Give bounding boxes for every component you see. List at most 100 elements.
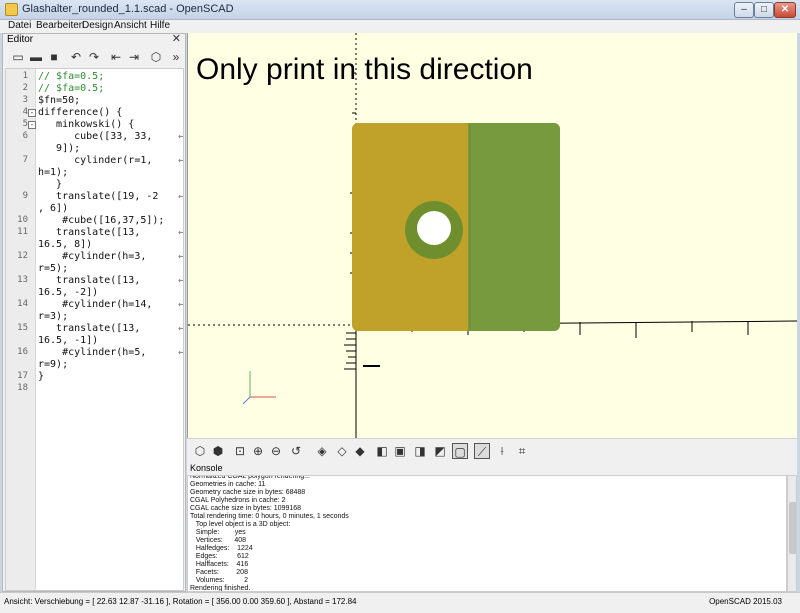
axes-indicator	[242, 371, 276, 405]
editor-close-button[interactable]: ✕	[172, 33, 181, 45]
console-panel: Konsole Normalized CGAL polygon renderin…	[187, 462, 797, 592]
fold-toggle[interactable]: -	[28, 109, 36, 117]
orthogonal-icon[interactable]: ⟊	[494, 443, 510, 459]
menu-ansicht[interactable]: Ansicht	[114, 20, 147, 32]
code-line-continuation: 16.5, -1])	[38, 335, 99, 346]
wrap-icon: ↩	[178, 228, 183, 237]
preview-icon[interactable]: ⬡	[192, 443, 208, 459]
line-number: 5	[22, 119, 28, 129]
wrap-icon: ↩	[178, 276, 183, 285]
redo-icon[interactable]: ↷	[87, 50, 101, 64]
view-left-icon[interactable]: ◧	[374, 443, 390, 459]
line-number: 12	[17, 251, 28, 261]
line-number: 15	[17, 323, 28, 333]
code-line: #cylinder(h=3,	[38, 251, 147, 262]
code-line: translate([13,	[38, 275, 141, 286]
view-top-icon[interactable]: ◇	[334, 443, 350, 459]
reset-view-icon[interactable]: ↺	[288, 443, 304, 459]
code-line-continuation: r=3);	[38, 311, 69, 322]
code-line: difference() {	[38, 107, 123, 118]
line-number: 18	[17, 383, 28, 393]
model	[352, 123, 560, 331]
open-file-icon[interactable]: ▬	[29, 50, 43, 64]
more-icon[interactable]: »	[169, 50, 183, 64]
fold-toggle[interactable]: -	[28, 121, 36, 129]
code-line-continuation: 16.5, 8])	[38, 239, 93, 250]
code-line-continuation: 16.5, -2])	[38, 287, 99, 298]
menu-bar: Datei Bearbeiten Design Ansicht Hilfe	[0, 20, 800, 33]
view-bottom-icon[interactable]: ◆	[352, 443, 368, 459]
window-title: Glashalter_rounded_1.1.scad - OpenSCAD	[22, 3, 234, 15]
view-right-icon[interactable]: ◈	[314, 443, 330, 459]
line-number: 7	[22, 155, 28, 165]
code-editor[interactable]: 1 // $fa=0.5; 2 // $fa=0.5; 3 $fn=50; 4 differe…	[5, 68, 184, 591]
code-line: }	[38, 179, 63, 190]
unindent-icon[interactable]: ⇤	[109, 50, 123, 64]
status-bar: Ansicht: Verschiebung = [ 22.63 12.87 -3…	[0, 592, 800, 613]
3d-viewport[interactable]: Only print in this direction	[187, 33, 797, 438]
wrap-icon: ↩	[178, 192, 183, 201]
line-number: 16	[17, 347, 28, 357]
console-scrollbar[interactable]	[787, 475, 797, 592]
render-icon[interactable]: ⬢	[210, 443, 226, 459]
code-line: minkowski() {	[38, 119, 135, 130]
perspective-icon[interactable]: ⟋	[474, 443, 490, 459]
show-axes-icon[interactable]: ⌗	[514, 443, 530, 459]
code-line: #cylinder(h=14,	[38, 299, 153, 310]
code-line: cube([33, 33,	[38, 131, 153, 142]
menu-design[interactable]: Design	[82, 20, 113, 32]
line-number: 13	[17, 275, 28, 285]
wrap-icon: ↩	[178, 348, 183, 357]
hole	[417, 211, 451, 245]
zoom-in-icon[interactable]: ⊕	[250, 443, 266, 459]
line-number: 17	[17, 371, 28, 381]
view-all-icon[interactable]: ⊡	[232, 443, 248, 459]
minimize-button[interactable]: –	[734, 2, 754, 18]
scroll-thumb[interactable]	[789, 502, 796, 554]
wrap-icon: ↩	[178, 324, 183, 333]
code-line: cylinder(r=1,	[38, 155, 153, 166]
view-front-icon[interactable]: ▣	[392, 443, 408, 459]
title-bar: Glashalter_rounded_1.1.scad - OpenSCAD –…	[0, 0, 800, 20]
code-line: translate([13,	[38, 323, 141, 334]
indent-icon[interactable]: ⇥	[127, 50, 141, 64]
menu-datei[interactable]: Datei	[8, 20, 31, 32]
wrap-icon: ↩	[178, 300, 183, 309]
wrap-icon: ↩	[178, 156, 183, 165]
new-file-icon[interactable]: ▭	[11, 50, 25, 64]
line-number: 11	[17, 227, 28, 237]
editor-header: Editor ✕	[3, 33, 185, 46]
code-line: $fn=50;	[38, 95, 81, 106]
wrap-icon: ↩	[178, 132, 183, 141]
preview-render-icon[interactable]: ⬡	[149, 50, 163, 64]
wrap-icon: ↩	[178, 252, 183, 261]
line-number: 9	[22, 191, 28, 201]
view-diagonal-icon[interactable]: ◩	[432, 443, 448, 459]
line-number: 3	[22, 95, 28, 105]
view-toolbar: ⬡ ⬢ ⊡ ⊕ ⊖ ↺ ◈ ◇ ◆ ◧ ▣ ◨ ◩ ▢ ⟋ ⟊ ⌗	[187, 438, 797, 462]
line-number: 2	[22, 83, 28, 93]
code-line: }	[38, 371, 45, 382]
code-line: #cylinder(h=5,	[38, 347, 147, 358]
editor-title: Editor	[7, 34, 34, 45]
save-icon[interactable]: ■	[47, 50, 61, 64]
code-line: translate([19, -2	[38, 191, 159, 202]
version-label: OpenSCAD 2015.03	[709, 597, 782, 606]
code-line-continuation: r=5);	[38, 263, 69, 274]
maximize-button[interactable]: □	[754, 2, 774, 18]
menu-bearbeiten[interactable]: Bearbeiten	[36, 20, 84, 32]
line-number: 10	[17, 215, 28, 225]
undo-icon[interactable]: ↶	[69, 50, 83, 64]
code-line-continuation: r=9);	[38, 359, 69, 370]
editor-toolbar: ▭ ▬ ■ ↶ ↷ ⇤ ⇥ ⬡ »	[3, 47, 185, 67]
code-line: // $fa=0.5;	[38, 83, 105, 94]
code-line-continuation: , 6])	[38, 203, 69, 214]
zoom-out-icon[interactable]: ⊖	[268, 443, 284, 459]
view-status: Ansicht: Verschiebung = [ 22.63 12.87 -3…	[4, 597, 357, 606]
view-center-icon[interactable]: ▢	[452, 443, 468, 459]
console-output[interactable]: Normalized CGAL polygon rendering... Geom…	[187, 475, 787, 592]
close-window-button[interactable]: ✕	[774, 2, 796, 18]
view-back-icon[interactable]: ◨	[412, 443, 428, 459]
menu-hilfe[interactable]: Hilfe	[150, 20, 170, 32]
console-header: Konsole	[187, 462, 797, 474]
